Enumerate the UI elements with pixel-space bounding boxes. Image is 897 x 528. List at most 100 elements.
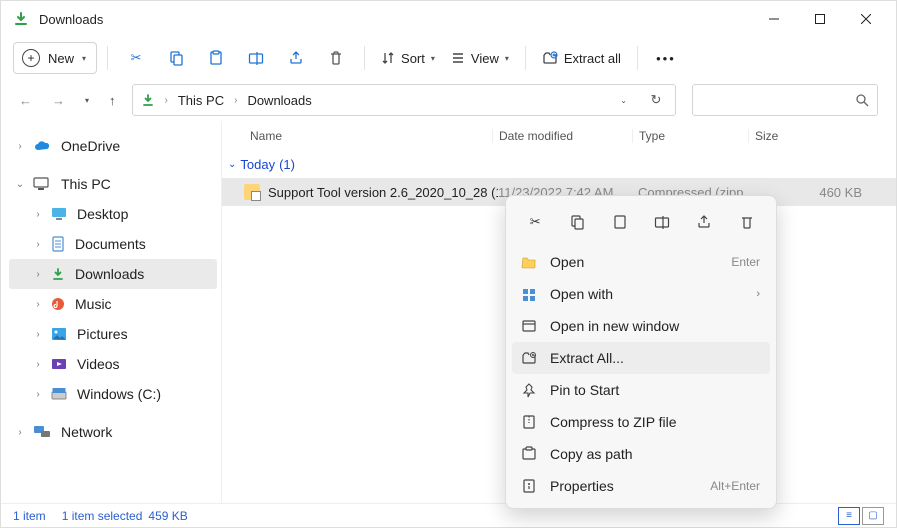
sidebar-item-thispc[interactable]: ⌄ This PC — [9, 169, 217, 199]
chevron-down-icon[interactable]: ⌄ — [13, 179, 27, 190]
column-name[interactable]: Name — [250, 129, 492, 143]
view-button[interactable]: View ▾ — [445, 42, 515, 74]
context-menu-item-open-with[interactable]: Open with › — [512, 278, 770, 310]
chevron-right-icon[interactable]: › — [13, 141, 27, 152]
details-view-button[interactable]: ≡ — [838, 507, 860, 525]
context-menu-label: Extract All... — [550, 350, 760, 366]
sidebar-item-music[interactable]: › Music — [9, 289, 217, 319]
chevron-right-icon[interactable]: › — [31, 359, 45, 370]
chevron-right-icon[interactable]: › — [31, 239, 45, 250]
column-type[interactable]: Type — [632, 129, 748, 143]
sidebar-item-network[interactable]: › Network — [9, 417, 217, 447]
pictures-icon — [51, 327, 67, 341]
copy-icon — [168, 50, 184, 66]
recent-button[interactable]: ▾ — [85, 96, 89, 105]
address-bar[interactable]: › This PC › Downloads ⌄ ↻ — [132, 84, 676, 116]
cm-delete-button[interactable] — [732, 208, 762, 236]
chevron-right-icon[interactable]: › — [31, 299, 45, 310]
sidebar-item-onedrive[interactable]: › OneDrive — [9, 131, 217, 161]
delete-button[interactable] — [318, 42, 354, 74]
chevron-right-icon: › — [756, 288, 760, 300]
close-button[interactable] — [844, 4, 888, 34]
downloads-path-icon — [141, 93, 155, 107]
context-menu-item-compress-to-zip-file[interactable]: Compress to ZIP file — [512, 406, 770, 438]
extract-all-button[interactable]: Extract all — [536, 42, 627, 74]
context-menu-label: Open with — [550, 286, 744, 302]
column-date[interactable]: Date modified — [492, 129, 632, 143]
sidebar-item-documents[interactable]: › Documents — [9, 229, 217, 259]
chevron-right-icon[interactable]: › — [31, 209, 45, 220]
documents-icon — [51, 236, 65, 252]
trash-icon — [328, 50, 344, 66]
paste-icon — [208, 50, 224, 66]
context-menu-item-open-in-new-window[interactable]: Open in new window — [512, 310, 770, 342]
sidebar-item-pictures[interactable]: › Pictures — [9, 319, 217, 349]
context-menu-item-open[interactable]: OpenEnter — [512, 246, 770, 278]
cut-button[interactable]: ✂ — [118, 42, 154, 74]
nav-sidebar: › OneDrive ⌄ This PC › Desktop › Documen… — [1, 121, 221, 503]
share-icon — [288, 50, 304, 66]
cm-paste-button[interactable] — [605, 208, 635, 236]
pc-icon — [33, 177, 51, 191]
status-count: 1 item — [13, 509, 46, 523]
chevron-right-icon[interactable]: › — [163, 95, 170, 106]
desktop-icon — [51, 207, 67, 221]
status-size: 459 KB — [148, 509, 187, 523]
breadcrumb-current[interactable]: Downloads — [247, 93, 311, 108]
sidebar-item-videos[interactable]: › Videos — [9, 349, 217, 379]
trash-icon — [739, 214, 755, 230]
rename-button[interactable] — [238, 42, 274, 74]
back-button[interactable]: ← — [19, 93, 32, 108]
share-button[interactable] — [278, 42, 314, 74]
zip-icon — [520, 414, 538, 430]
minimize-button[interactable] — [752, 4, 796, 34]
chevron-right-icon[interactable]: › — [31, 329, 45, 340]
status-selected: 1 item selected — [62, 509, 143, 523]
maximize-button[interactable] — [798, 4, 842, 34]
cm-rename-button[interactable] — [647, 208, 677, 236]
sidebar-item-downloads[interactable]: › Downloads — [9, 259, 217, 289]
column-size[interactable]: Size — [748, 129, 896, 143]
paste-button[interactable] — [198, 42, 234, 74]
chevron-right-icon[interactable]: › — [31, 269, 45, 280]
context-menu-label: Compress to ZIP file — [550, 414, 760, 430]
plus-icon: + — [22, 49, 40, 67]
breadcrumb-root[interactable]: This PC — [178, 93, 224, 108]
paste-icon — [612, 214, 628, 230]
context-menu-item-copy-as-path[interactable]: Copy as path — [512, 438, 770, 470]
new-button[interactable]: + New ▾ — [13, 42, 97, 74]
more-button[interactable]: ••• — [648, 42, 684, 74]
forward-button[interactable]: → — [52, 93, 65, 108]
chevron-right-icon[interactable]: › — [13, 427, 27, 438]
videos-icon — [51, 357, 67, 371]
copy-button[interactable] — [158, 42, 194, 74]
thumbnails-view-button[interactable]: ▢ — [862, 507, 884, 525]
context-menu-item-extract-all[interactable]: Extract All... — [512, 342, 770, 374]
sort-button[interactable]: Sort ▾ — [375, 42, 441, 74]
up-button[interactable]: ↑ — [109, 93, 116, 108]
chevron-right-icon[interactable]: › — [232, 95, 239, 106]
sort-icon — [381, 51, 395, 65]
context-menu-item-properties[interactable]: PropertiesAlt+Enter — [512, 470, 770, 502]
downloads-title-icon — [13, 11, 29, 27]
column-headers: Name Date modified Type Size — [222, 121, 896, 151]
sidebar-item-drive-c[interactable]: › Windows (C:) — [9, 379, 217, 409]
cm-share-button[interactable] — [689, 208, 719, 236]
cm-cut-button[interactable]: ✂ — [520, 208, 550, 236]
copypath-icon — [520, 446, 538, 462]
context-menu: ✂ OpenEnter Open with › Open in new window E… — [505, 195, 777, 509]
context-menu-item-pin-to-start[interactable]: Pin to Start — [512, 374, 770, 406]
cloud-icon — [33, 139, 51, 153]
cm-copy-button[interactable] — [562, 208, 592, 236]
file-name: Support Tool version 2.6_2020_10_28 (1).… — [268, 185, 498, 200]
chevron-down-icon[interactable]: ⌄ — [614, 96, 633, 105]
group-header-today[interactable]: ⌄ Today (1) — [222, 151, 896, 178]
search-box[interactable] — [692, 84, 878, 116]
divider — [637, 46, 638, 70]
search-icon — [855, 93, 869, 107]
drive-icon — [51, 387, 67, 401]
chevron-right-icon[interactable]: › — [31, 389, 45, 400]
sidebar-item-desktop[interactable]: › Desktop — [9, 199, 217, 229]
refresh-button[interactable]: ↻ — [641, 92, 671, 108]
scissors-icon: ✂ — [131, 50, 142, 66]
